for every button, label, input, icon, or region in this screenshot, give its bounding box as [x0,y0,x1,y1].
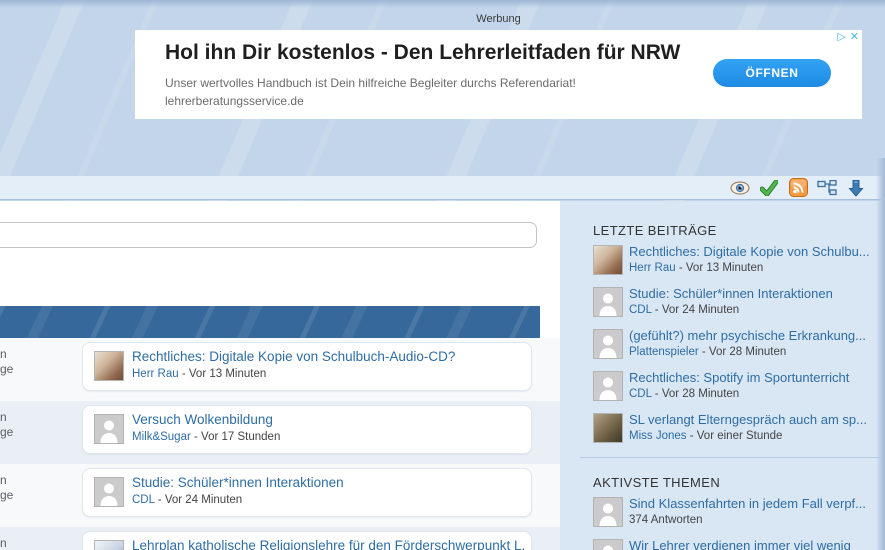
post-title[interactable]: Rechtliches: Digitale Kopie von Schulbu.… [629,244,875,259]
post-title[interactable]: Studie: Schüler*innen Interaktionen [629,286,875,301]
check-icon[interactable] [759,178,779,198]
post-meta: Plattenspieler - Vor 28 Minuten [629,346,786,358]
avatar[interactable] [593,539,623,550]
avatar[interactable] [593,371,623,401]
post-title[interactable]: Rechtliches: Spotify im Sportunterricht [629,370,875,385]
eye-icon[interactable] [730,178,750,198]
ad-description: Unser wertvolles Handbuch ist Dein hilfr… [165,76,576,90]
sitemap-icon[interactable] [817,178,837,198]
ad-url[interactable]: lehrerberatungsservice.de [165,94,304,108]
ad-close-icon[interactable]: ✕ [850,31,859,43]
rss-icon[interactable] [788,178,808,198]
thread-row: n ge Lehrplan katholische Religionslehre… [0,527,560,550]
latest-post-item[interactable]: (gefühlt?) mehr psychische Erkrankung...… [593,328,875,364]
avatar[interactable] [593,287,623,317]
avatar[interactable] [593,245,623,275]
post-time: Vor 28 Minuten [662,388,739,400]
thread-card[interactable]: Studie: Schüler*innen Interaktionen CDL … [82,468,532,517]
active-topic-item[interactable]: Sind Klassenfahrten in jedem Fall verpf.… [593,496,875,532]
user-link[interactable]: CDL [629,388,652,400]
post-time: Vor einer Stunde [697,430,783,442]
left-column-fragment: n ge [0,347,13,377]
thread-time: Vor 13 Minuten [189,368,266,380]
avatar[interactable] [94,414,124,444]
adchoices-icon[interactable]: ▷ [837,31,845,43]
thread-time: Vor 17 Stunden [201,431,280,443]
avatar[interactable] [94,477,124,507]
user-link[interactable]: CDL [132,494,155,506]
latest-post-item[interactable]: Studie: Schüler*innen Interaktionen CDL … [593,286,875,322]
topic-title[interactable]: Sind Klassenfahrten in jedem Fall verpf.… [629,496,875,511]
post-time: Vor 24 Minuten [662,304,739,316]
post-time: Vor 13 Minuten [686,262,763,274]
main-content: n ge Rechtliches: Digitale Kopie von Sch… [0,201,560,550]
user-link[interactable]: Herr Rau [132,368,179,380]
ad-corner-controls: ▷ ✕ [837,31,859,43]
left-column-fragment: n ge [0,473,13,503]
topic-title[interactable]: Wir Lehrer verdienen immer viel wenig [629,538,875,550]
thread-meta: Herr Rau - Vor 13 Minuten [132,368,266,380]
thread-card[interactable]: Lehrplan katholische Religionslehre für … [82,531,532,550]
user-link[interactable]: Herr Rau [629,262,676,274]
latest-post-item[interactable]: SL verlangt Elterngespräch auch am sp...… [593,412,875,448]
thread-row: n ge Rechtliches: Digitale Kopie von Sch… [0,338,560,401]
latest-post-item[interactable]: Rechtliches: Spotify im Sportunterricht … [593,370,875,406]
sidebar-divider [580,457,885,458]
ad-headline[interactable]: Hol ihn Dir kostenlos - Den Lehrerleitfa… [165,41,680,65]
ad-banner: Hol ihn Dir kostenlos - Den Lehrerleitfa… [135,30,862,119]
post-time: Vor 28 Minuten [709,346,786,358]
window-right-edge [876,158,885,550]
active-topics-heading: AKTIVSTE THEMEN [593,475,720,490]
down-arrow-icon[interactable] [846,178,866,198]
post-meta: CDL - Vor 24 Minuten [629,304,739,316]
forum-page: Werbung Hol ihn Dir kostenlos - Den Lehr… [0,0,885,550]
thread-card[interactable]: Versuch Wolkenbildung Milk&Sugar - Vor 1… [82,405,532,454]
topic-replies: 374 Antworten [629,514,703,526]
avatar[interactable] [593,497,623,527]
search-input[interactable] [0,222,537,248]
sidebar: LETZTE BEITRÄGE Rechtliches: Digitale Ko… [560,201,885,550]
post-meta: Miss Jones - Vor einer Stunde [629,430,782,442]
post-title[interactable]: SL verlangt Elterngespräch auch am sp... [629,412,875,427]
user-link[interactable]: Plattenspieler [629,346,699,358]
list-header-bar [0,306,540,338]
avatar[interactable] [94,540,124,550]
thread-title[interactable]: Studie: Schüler*innen Interaktionen [132,475,524,490]
thread-meta: Milk&Sugar - Vor 17 Stunden [132,431,280,443]
ad-open-button[interactable]: ÖFFNEN [713,59,831,87]
latest-post-item[interactable]: Rechtliches: Digitale Kopie von Schulbu.… [593,244,875,280]
latest-posts-heading: LETZTE BEITRÄGE [593,223,717,238]
page-toolbar [0,176,885,200]
post-meta: CDL - Vor 28 Minuten [629,388,739,400]
post-title[interactable]: (gefühlt?) mehr psychische Erkrankung... [629,328,875,343]
thread-list: n ge Rechtliches: Digitale Kopie von Sch… [0,338,560,550]
thread-title[interactable]: Lehrplan katholische Religionslehre für … [132,538,524,550]
thread-row: n ge Studie: Schüler*innen Interaktionen… [0,464,560,527]
user-link[interactable]: Miss Jones [629,430,687,442]
avatar[interactable] [94,351,124,381]
thread-title[interactable]: Rechtliches: Digitale Kopie von Schulbuc… [132,349,524,364]
avatar[interactable] [593,413,623,443]
werbung-label: Werbung [135,13,862,25]
thread-row: n ge Versuch Wolkenbildung Milk&Sugar - … [0,401,560,464]
user-link[interactable]: Milk&Sugar [132,431,191,443]
thread-time: Vor 24 Minuten [165,494,242,506]
thread-card[interactable]: Rechtliches: Digitale Kopie von Schulbuc… [82,342,532,391]
left-column-fragment: n ge [0,536,13,550]
thread-meta: CDL - Vor 24 Minuten [132,494,242,506]
avatar[interactable] [593,329,623,359]
user-link[interactable]: CDL [629,304,652,316]
active-topic-item[interactable]: Wir Lehrer verdienen immer viel wenig [593,538,875,550]
thread-title[interactable]: Versuch Wolkenbildung [132,412,524,427]
post-meta: Herr Rau - Vor 13 Minuten [629,262,763,274]
left-column-fragment: n ge [0,410,13,440]
